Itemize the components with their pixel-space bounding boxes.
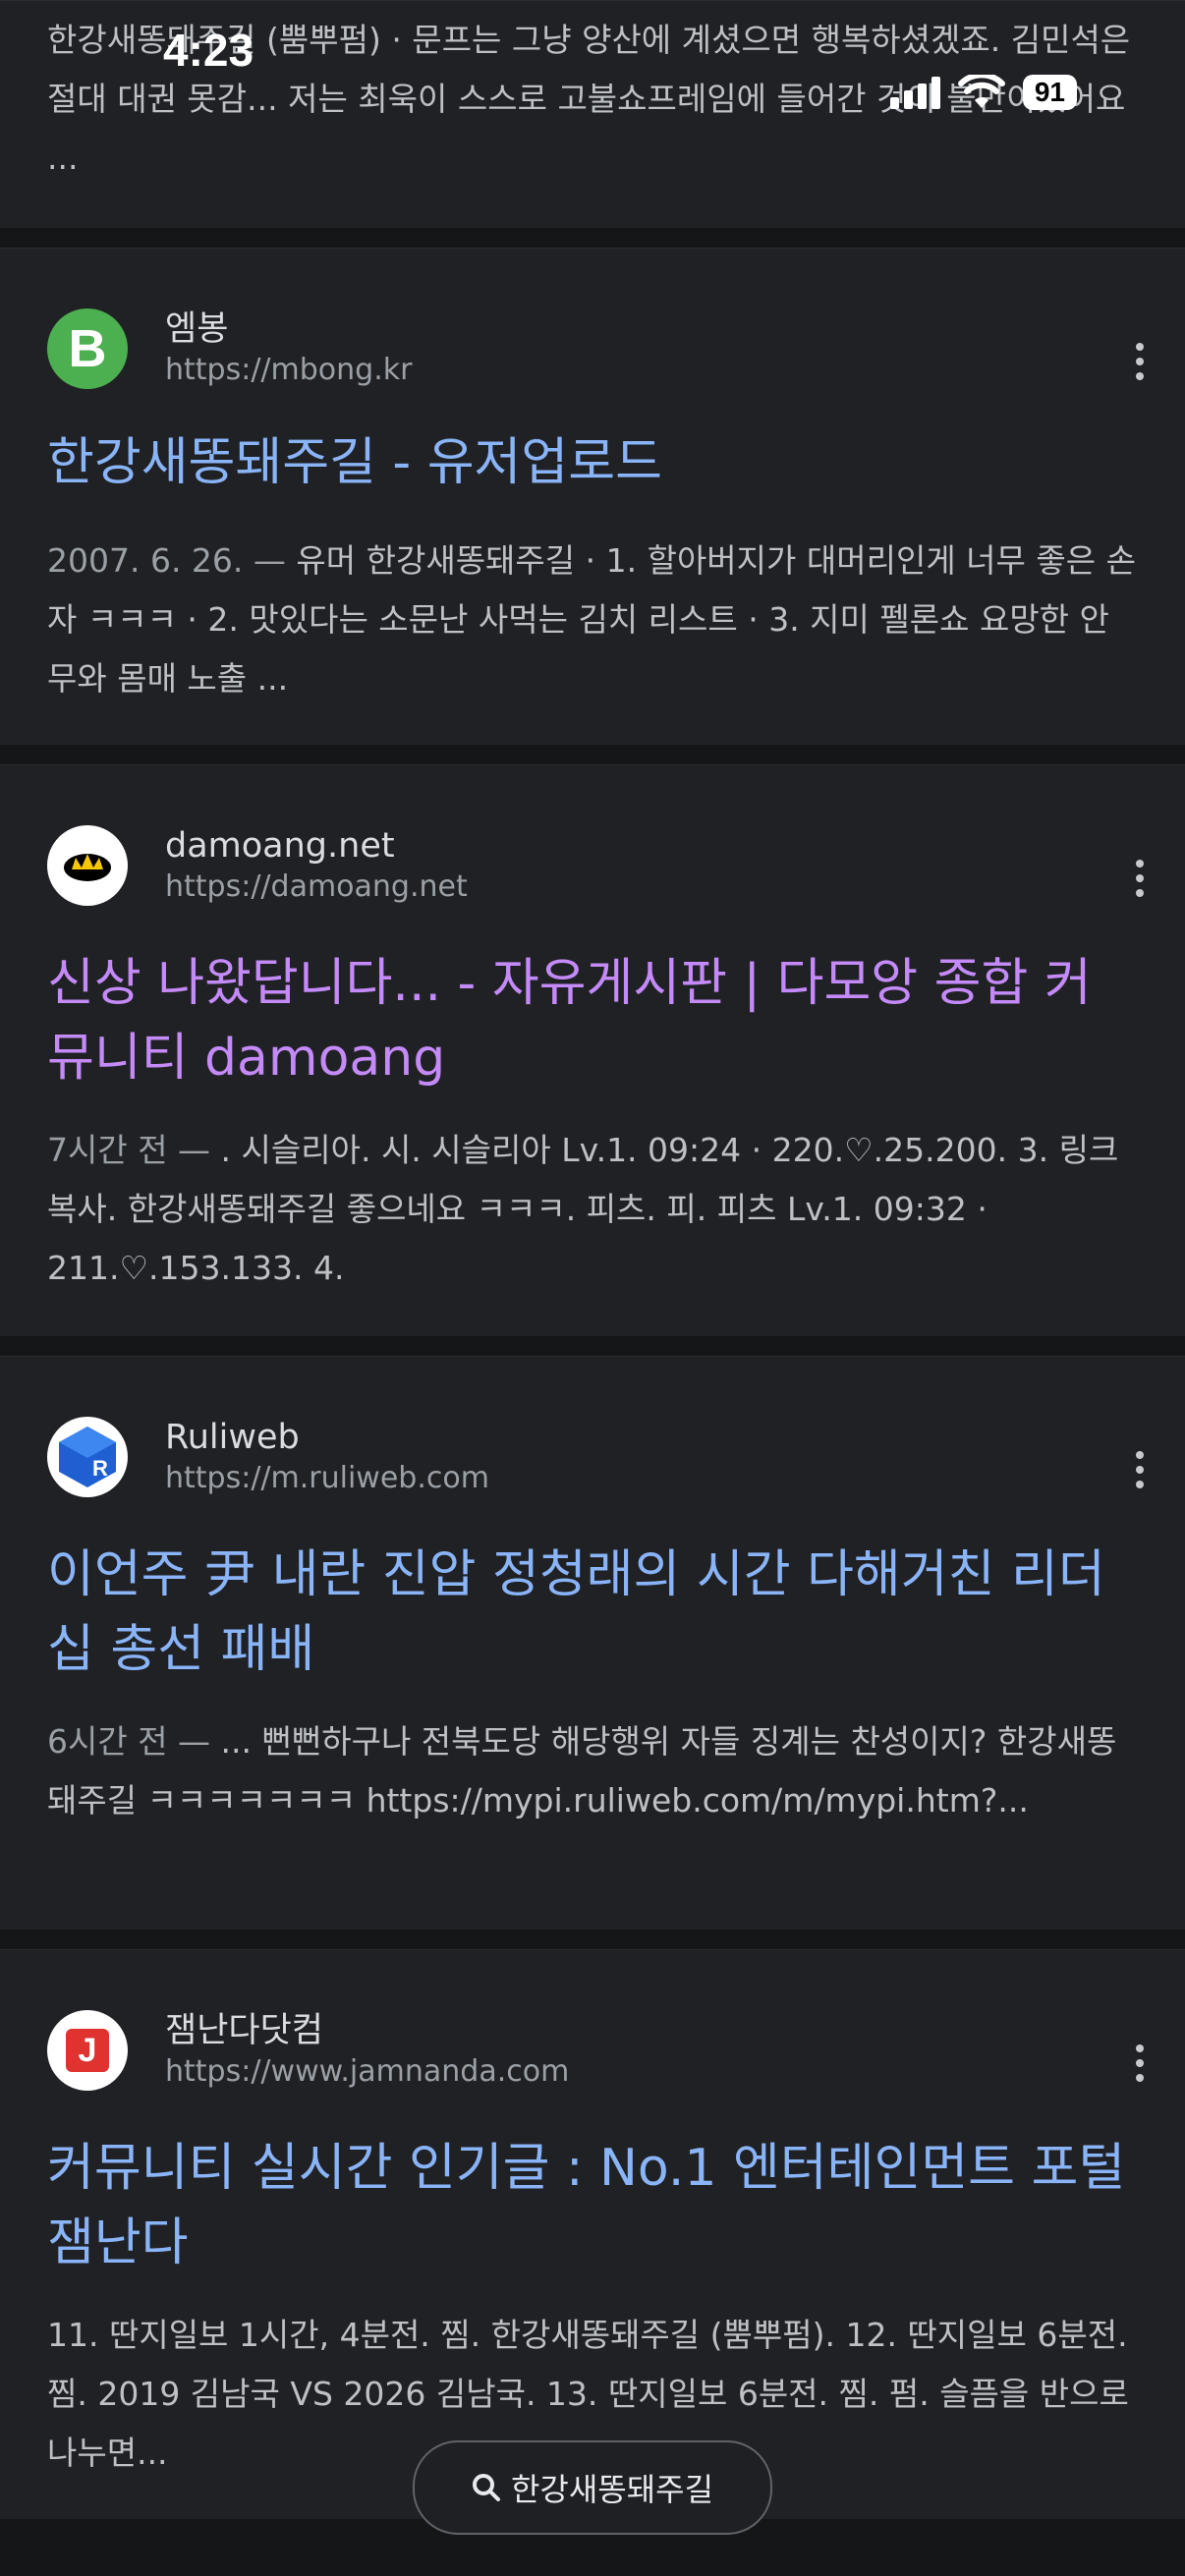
result-source[interactable]: R Ruliweb https://m.ruliweb.com <box>47 1416 489 1498</box>
status-bar: 4:23 91 <box>0 0 1185 110</box>
divider <box>0 1336 1185 1356</box>
site-url: https://mbong.kr <box>165 353 413 387</box>
cellular-signal-icon <box>889 76 940 109</box>
result-source[interactable]: damoang.net https://damoang.net <box>47 824 468 907</box>
site-url: https://m.ruliweb.com <box>165 1461 489 1495</box>
search-icon <box>472 2474 500 2501</box>
result-card: B 엠봉 https://mbong.kr 한강새똥돼주길 - 유저업로드 20… <box>0 248 1185 746</box>
ruliweb-favicon-icon: R <box>47 1417 128 1497</box>
result-title-link[interactable]: 신상 나왔답니다... - 자유게시판 | 다모앙 종합 커뮤니티 damoan… <box>47 946 1136 1095</box>
more-options-icon[interactable] <box>1132 860 1148 897</box>
site-name: damoang.net <box>165 826 395 866</box>
site-name: 엠봉 <box>165 309 229 349</box>
result-card: damoang.net https://damoang.net 신상 나왔답니다… <box>0 764 1185 1337</box>
status-icons: 91 <box>889 75 1077 110</box>
svg-text:R: R <box>92 1456 108 1481</box>
mbong-favicon-icon: B <box>47 308 128 389</box>
result-date: 6시간 전 — <box>47 1722 211 1761</box>
damoang-favicon-icon <box>47 825 128 906</box>
result-date: 2007. 6. 26. — <box>47 541 286 580</box>
battery-indicator: 91 <box>1022 75 1077 110</box>
site-url: https://www.jamnanda.com <box>165 2054 570 2089</box>
more-options-icon[interactable] <box>1132 343 1148 380</box>
result-title-link[interactable]: 커뮤니티 실시간 인기글 : No.1 엔터테인먼트 포털 잼난다 <box>47 2131 1136 2280</box>
search-query-text: 한강새똥돼주길 <box>510 2471 714 2508</box>
wifi-icon <box>957 75 1005 108</box>
divider <box>0 1930 1185 1949</box>
result-date: 7시간 전 — <box>47 1131 211 1169</box>
divider <box>0 745 1185 764</box>
more-options-icon[interactable] <box>1132 1451 1148 1488</box>
result-card: J 잼난다닷컴 https://www.jamnanda.com 커뮤니티 실시… <box>0 1949 1185 2520</box>
result-snippet: 6시간 전 — ... 뻔뻔하구나 전북도당 해당행위 자들 징계는 찬성이지?… <box>47 1722 1117 1820</box>
result-source[interactable]: B 엠봉 https://mbong.kr <box>47 308 412 390</box>
site-url: https://damoang.net <box>165 869 468 904</box>
more-options-icon[interactable] <box>1132 2044 1148 2082</box>
status-time: 4:23 <box>163 25 254 76</box>
search-query-pill[interactable]: 한강새똥돼주길 <box>413 2440 772 2535</box>
site-name: 잼난다닷컴 <box>165 2011 324 2050</box>
result-snippet: 2007. 6. 26. — 유머 한강새똥돼주길 · 1. 할아버지가 대머리… <box>47 541 1136 698</box>
result-title-link[interactable]: 한강새똥돼주길 - 유저업로드 <box>47 425 1136 500</box>
result-source[interactable]: J 잼난다닷컴 https://www.jamnanda.com <box>47 2009 569 2092</box>
divider <box>0 228 1185 248</box>
result-title-link[interactable]: 이언주 尹 내란 진압 정청래의 시간 다해거친 리더십 총선 패배 <box>47 1538 1136 1687</box>
result-card: R Ruliweb https://m.ruliweb.com 이언주 尹 내란… <box>0 1356 1185 1931</box>
jamnanda-favicon-icon: J <box>47 2010 128 2091</box>
site-name: Ruliweb <box>165 1418 300 1457</box>
result-snippet: 7시간 전 — . 시슬리아. 시. 시슬리아 Lv.1. 09:24 · 22… <box>47 1131 1119 1287</box>
